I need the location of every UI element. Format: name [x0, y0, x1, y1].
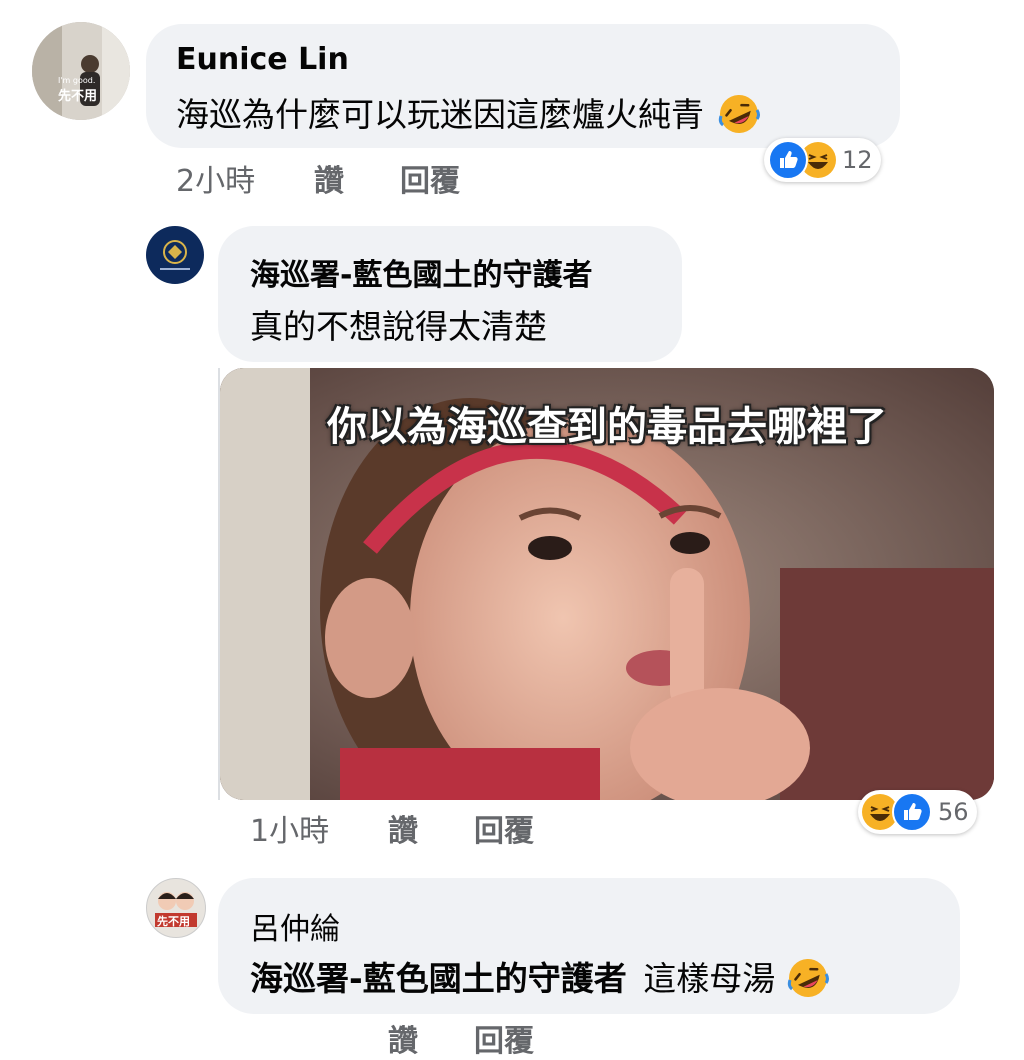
rofl-emoji-icon — [718, 94, 760, 133]
avatar[interactable]: I'm good. 先不用 — [32, 22, 130, 120]
mention-link[interactable]: 海巡署-藍色國土的守護者 — [250, 959, 627, 998]
like-button[interactable]: 讚 — [388, 1016, 418, 1060]
rofl-emoji-icon — [787, 958, 829, 997]
reply-text-body: 這樣母湯 — [643, 959, 776, 998]
avatar-text: 先不用 — [157, 915, 190, 928]
reply-button[interactable]: 回覆 — [474, 806, 534, 850]
meme-image[interactable]: 你以為海巡查到的毒品去哪裡了 — [220, 368, 994, 800]
like-icon — [768, 140, 808, 180]
reply-author[interactable]: 海巡署-藍色國土的守護者 — [250, 250, 592, 294]
comment-time: 2小時 — [176, 164, 256, 199]
meme-caption: 你以為海巡查到的毒品去哪裡了 — [327, 404, 887, 450]
comment-text-body: 海巡為什麼可以玩迷因這麼爐火純青 — [176, 95, 704, 134]
comment-author[interactable]: Eunice Lin — [176, 42, 349, 77]
comment-text: 海巡為什麼可以玩迷因這麼爐火純青 — [176, 88, 761, 136]
like-button[interactable]: 讚 — [314, 156, 344, 200]
coast-guard-emblem-icon — [160, 240, 190, 270]
reply-button[interactable]: 回覆 — [400, 156, 460, 200]
reaction-summary[interactable]: 12 — [764, 138, 881, 182]
reply-author[interactable]: 呂仲綸 — [250, 904, 340, 948]
reply-text: 海巡署-藍色國土的守護者 這樣母湯 — [250, 952, 830, 1000]
reply-time: 1小時 — [250, 814, 330, 849]
like-button[interactable]: 讚 — [388, 806, 418, 850]
like-icon — [892, 792, 932, 832]
avatar-text: 先不用 — [58, 89, 98, 104]
avatar-photo — [32, 22, 130, 120]
reply-text: 真的不想說得太清楚 — [250, 307, 547, 346]
reaction-summary[interactable]: 56 — [858, 790, 977, 834]
avatar-subtext: I'm good. — [58, 76, 96, 85]
avatar[interactable] — [146, 226, 204, 284]
avatar[interactable]: 先不用 — [146, 878, 206, 938]
reaction-count: 12 — [842, 146, 873, 174]
reaction-count: 56 — [938, 798, 969, 826]
reply-button[interactable]: 回覆 — [474, 1016, 534, 1060]
